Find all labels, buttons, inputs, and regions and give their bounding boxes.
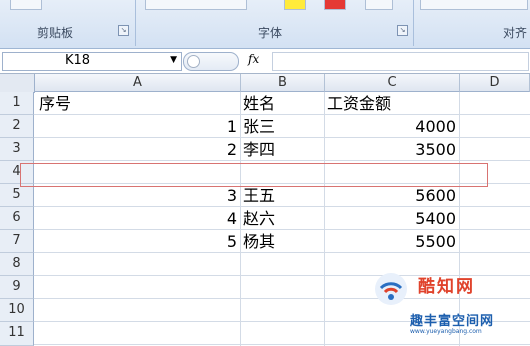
row-header-11[interactable]: 11 (0, 322, 34, 346)
gridline (240, 92, 241, 346)
ribbon-group-clipboard-label: 剪贴板 (37, 26, 74, 40)
formula-bar: K18 ▼ fx (0, 49, 530, 74)
row-header-3[interactable]: 3 (0, 138, 34, 161)
wifi-logo-icon (375, 273, 407, 305)
row-header-1[interactable]: 1 (0, 92, 34, 115)
circle-icon (187, 55, 200, 68)
watermark-url: www.yueyangbang.com (410, 328, 482, 335)
column-header-c[interactable]: C (325, 74, 460, 92)
cell-b2[interactable]: 张三 (243, 116, 275, 138)
cell-a6[interactable]: 4 (40, 208, 237, 230)
cell-a3[interactable]: 2 (40, 139, 237, 161)
insert-function-icon[interactable]: fx (248, 52, 259, 66)
column-header-b[interactable]: B (241, 74, 325, 92)
watermark: 酷知网 趣丰富空间网 www.yueyangbang.com (370, 266, 530, 346)
cell-a2[interactable]: 1 (40, 116, 237, 138)
formula-bar-resize-handle[interactable] (183, 52, 239, 71)
cell-b1[interactable]: 姓名 (243, 93, 275, 115)
alignment-button[interactable] (420, 0, 528, 10)
ribbon-group-alignment-label: 对齐 (503, 26, 528, 40)
row-header-7[interactable]: 7 (0, 230, 34, 253)
cell-c7[interactable]: 5500 (327, 231, 456, 253)
watermark-name: 酷知网 (418, 277, 475, 297)
cell-b3[interactable]: 李四 (243, 139, 275, 161)
clipboard-dialog-launcher-icon[interactable]: ↘ (118, 25, 129, 36)
gridline (324, 92, 325, 346)
name-box[interactable]: K18 ▼ (2, 52, 182, 71)
row-header-6[interactable]: 6 (0, 207, 34, 230)
cell-c5[interactable]: 5600 (327, 185, 456, 207)
font-more-button[interactable] (365, 0, 393, 10)
font-color-button[interactable] (324, 0, 346, 10)
select-all-corner[interactable] (0, 74, 35, 93)
row-header-5[interactable]: 5 (0, 184, 34, 207)
font-format-button[interactable] (145, 0, 247, 10)
chevron-down-icon[interactable]: ▼ (170, 55, 177, 65)
gridline (34, 114, 530, 115)
cell-a7[interactable]: 5 (40, 231, 237, 253)
cell-b5[interactable]: 王五 (243, 185, 275, 207)
cell-a5[interactable]: 3 (40, 185, 237, 207)
watermark-brand: 趣丰富空间网 (410, 314, 495, 329)
cell-c3[interactable]: 3500 (327, 139, 456, 161)
highlighted-row-4 (20, 163, 488, 187)
column-header-d[interactable]: D (460, 74, 530, 92)
ribbon-group-font-label: 字体 (258, 26, 283, 40)
font-dialog-launcher-icon[interactable]: ↘ (397, 25, 408, 36)
ribbon: 剪贴板 ↘ 字体 ↘ 对齐 (0, 0, 530, 49)
row-header-9[interactable]: 9 (0, 276, 34, 299)
cell-c6[interactable]: 5400 (327, 208, 456, 230)
cell-b7[interactable]: 杨其 (243, 231, 275, 253)
formula-input[interactable] (272, 52, 529, 71)
column-header-a[interactable]: A (35, 74, 241, 92)
cell-b6[interactable]: 赵六 (243, 208, 275, 230)
name-box-value: K18 (65, 53, 91, 68)
ribbon-divider (135, 0, 136, 46)
highlight-color-button[interactable] (284, 0, 306, 10)
cell-c2[interactable]: 4000 (327, 116, 456, 138)
ribbon-divider (413, 0, 414, 46)
cell-a1[interactable]: 序号 (39, 93, 71, 115)
row-header-2[interactable]: 2 (0, 115, 34, 138)
cell-c1[interactable]: 工资金额 (327, 93, 391, 115)
clipboard-button[interactable] (10, 0, 42, 10)
row-header-10[interactable]: 10 (0, 299, 34, 322)
row-header-8[interactable]: 8 (0, 253, 34, 276)
